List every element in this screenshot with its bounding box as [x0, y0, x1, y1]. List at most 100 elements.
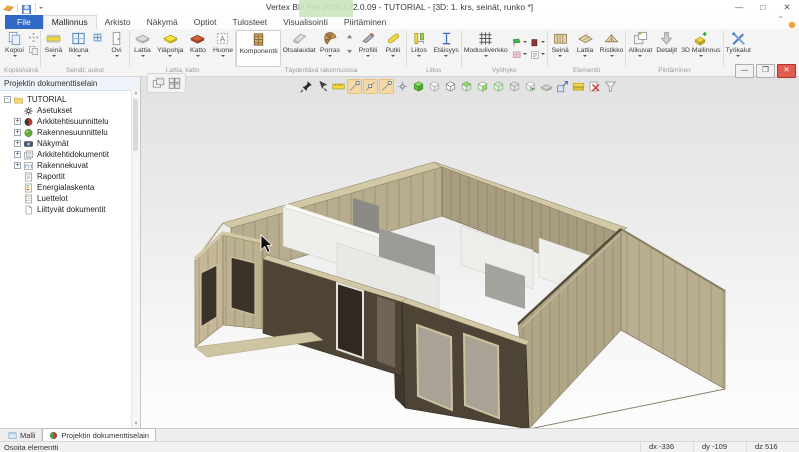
doc-restore-button[interactable]: ❐ [756, 64, 775, 78]
drawing-area[interactable] [141, 77, 799, 428]
ribbon-button-3d-mallinnus[interactable]: 3D Mallinnus [679, 30, 722, 67]
tree-expander[interactable]: + [14, 118, 21, 125]
layers-icon [572, 80, 585, 93]
ribbon-button-seina[interactable]: Seinä [548, 30, 573, 67]
minimize-button[interactable]: — [727, 0, 751, 14]
move-icon[interactable] [28, 32, 39, 43]
ribbon-button-komponentti[interactable]: Komponentti [236, 30, 280, 67]
doc-minimize-button[interactable]: — [735, 64, 754, 78]
ribbon-button-porras[interactable]: Porras [318, 30, 343, 67]
tree-item-nakymat[interactable]: +Näkymät [0, 138, 140, 149]
help-icon[interactable] [788, 16, 796, 24]
ribbon-button-ikkuna[interactable]: Ikkuna [66, 30, 91, 67]
ribbon-group-kopioi-siirra: KopioiKopioi/siirrä [2, 30, 40, 76]
cube-back-button[interactable] [475, 79, 490, 94]
tree-expander[interactable]: + [14, 162, 21, 169]
ribbon-button-alikuvat[interactable]: Alikuvat [626, 30, 654, 67]
zone-block-button[interactable] [530, 38, 545, 48]
menu-tab-tulosteet[interactable]: Tulosteet [224, 15, 275, 29]
tree-item-arkkitehtidokumentit[interactable]: +Arkkitehtidokumentit [0, 149, 140, 160]
layers-button[interactable] [571, 79, 586, 94]
snap-point-button[interactable] [395, 79, 410, 94]
doc-close-button[interactable]: ✕ [777, 64, 796, 78]
ribbon-button-putki[interactable]: Putki [381, 30, 406, 67]
tree-item-luettelot[interactable]: Luettelot [0, 193, 140, 204]
3d-model-view[interactable] [141, 77, 799, 428]
zone-map-button[interactable] [512, 50, 527, 60]
cube-wire-button[interactable] [507, 79, 522, 94]
ribbon-button-profiili[interactable]: Profiili [356, 30, 381, 67]
maximize-button[interactable]: □ [751, 0, 775, 14]
cube-frame-button[interactable] [443, 79, 458, 94]
scroll-down-icon[interactable]: ▼ [132, 421, 140, 428]
tree-item-rakennekuvat[interactable]: +Rakennekuvat [0, 160, 140, 171]
ribbon-button-huone[interactable]: Huone [210, 30, 235, 67]
menu-tab-visualisointi[interactable]: Visualisointi [275, 15, 336, 29]
ribbon-button-liitos[interactable]: Liitos [407, 30, 432, 67]
filter-button[interactable] [603, 79, 618, 94]
snap-line-button[interactable] [347, 79, 362, 94]
menu-tab-file[interactable]: File [5, 15, 43, 29]
zone-block-icon [530, 38, 540, 48]
ribbon-button-katto[interactable]: Katto [185, 30, 210, 67]
ruler-button[interactable] [331, 79, 346, 94]
ribbon-button-label: Profiili [359, 47, 378, 54]
tree-item-rakennesuunnittelu[interactable]: +Rakennesuunnittelu [0, 127, 140, 138]
new-window-icon[interactable] [152, 77, 165, 90]
tree-expander[interactable]: + [14, 129, 21, 136]
snap-mid-button[interactable] [363, 79, 378, 94]
delete-button[interactable] [587, 79, 602, 94]
tree-expander[interactable]: - [4, 96, 11, 103]
tree-item-raportit[interactable]: Raportit [0, 171, 140, 182]
cube-go-button[interactable] [523, 79, 538, 94]
bottom-tab-projektin-dokumenttiselain[interactable]: Projektin dokumenttiselain [42, 428, 156, 441]
ribbon-button-lattia[interactable]: Lattia [573, 30, 598, 67]
ribbon-button-label: Työkalut [726, 47, 751, 54]
window-grid-icon[interactable] [168, 77, 181, 90]
cube-open-button[interactable] [491, 79, 506, 94]
ribbon-button-detaljit[interactable]: Detaljit [654, 30, 679, 67]
ribbon-button-ristikko[interactable]: Ristikko [598, 30, 626, 67]
menu-tab-nakyma[interactable]: Näkymä [139, 15, 186, 29]
select-button[interactable] [315, 79, 330, 94]
ribbon-button-moduuliverkko[interactable]: Moduuliverkko [462, 30, 510, 67]
spin-down-icon[interactable] [344, 45, 355, 56]
tree-item-energialaskenta[interactable]: Energialaskenta [0, 182, 140, 193]
export-button[interactable] [555, 79, 570, 94]
menu-tab-mallinnus[interactable]: Mallinnus [43, 15, 97, 29]
menu-tab-arkisto[interactable]: Arkisto [97, 15, 139, 29]
copy-small-icon[interactable] [28, 45, 39, 56]
cube-white-button[interactable] [427, 79, 442, 94]
scroll-thumb[interactable] [133, 99, 138, 151]
spin-up-icon[interactable] [344, 32, 355, 43]
cube-solid-button[interactable] [411, 79, 426, 94]
slab-button[interactable] [539, 79, 554, 94]
window-small-icon[interactable] [92, 32, 103, 43]
cube-half-button[interactable] [459, 79, 474, 94]
menu-tab-piirtaminen[interactable]: Piirtäminen [336, 15, 395, 29]
tree-expander[interactable]: + [14, 140, 21, 147]
snap-end-button[interactable] [379, 79, 394, 94]
pin-button[interactable] [299, 79, 314, 94]
ribbon-button-etaisyys[interactable]: Etäisyys [432, 30, 461, 67]
zone-flag-button[interactable] [512, 38, 527, 48]
ribbon-button-ovi[interactable]: Ovi [104, 30, 129, 67]
ribbon-button-tyokalut[interactable]: Työkalut [724, 30, 753, 67]
collapse-ribbon-icon[interactable]: ⌃ [777, 16, 784, 24]
ribbon-button-lattia[interactable]: Lattia [130, 30, 155, 67]
ribbon-button-ylapohja[interactable]: Yläpohja [155, 30, 185, 67]
menu-tab-optiot[interactable]: Optiot [186, 15, 225, 29]
ribbon-button-seina[interactable]: Seinä [41, 30, 66, 67]
tree-expander[interactable]: + [14, 151, 21, 158]
tree-item-arkkitehtisuunnittelu[interactable]: +Arkkitehtisuunnittelu [0, 116, 140, 127]
bottom-tab-malli[interactable]: Malli [2, 429, 42, 441]
close-button[interactable]: ✕ [775, 0, 799, 14]
ribbon-button-otsalaudat[interactable]: Otsalaudat [281, 30, 318, 67]
zone-list-button[interactable] [530, 50, 545, 60]
ribbon-button-kopioi[interactable]: Kopioi [2, 30, 27, 67]
scroll-up-icon[interactable]: ▲ [132, 90, 140, 97]
tree-item-tutorial[interactable]: -TUTORIAL [0, 94, 140, 105]
tree-scrollbar[interactable]: ▲ ▼ [131, 90, 140, 428]
tree-item-liittyvat-dokumentit[interactable]: Liittyvät dokumentit [0, 204, 140, 215]
tree-item-asetukset[interactable]: Asetukset [0, 105, 140, 116]
